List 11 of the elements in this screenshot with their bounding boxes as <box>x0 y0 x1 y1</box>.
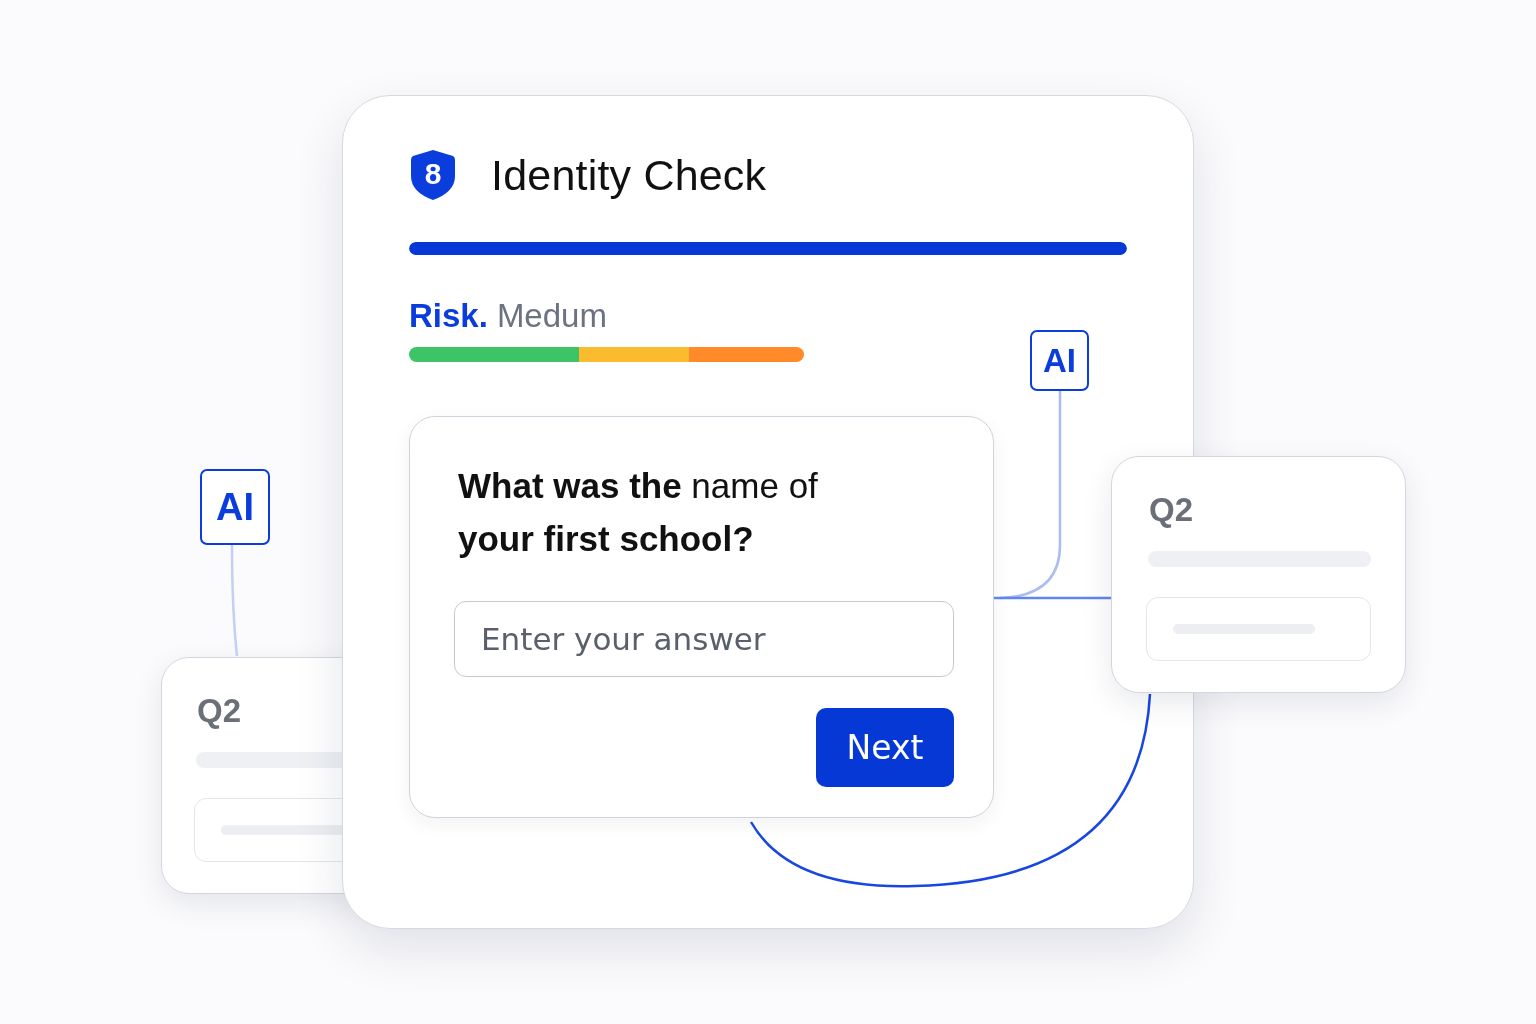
next-button[interactable]: Next <box>816 708 954 787</box>
answer-field[interactable]: Enter your answer <box>454 601 954 677</box>
risk-value: Medum <box>496 297 607 335</box>
ai-badge: AI <box>200 469 270 545</box>
shield-logo: 8 <box>409 148 457 202</box>
question-text: What was the name of your first school? <box>458 465 819 560</box>
card-title: Q2 <box>1149 491 1195 529</box>
card-title: Q2 <box>197 692 243 730</box>
card-title: Identity Check <box>491 150 767 200</box>
ai-badge: AI <box>1030 330 1089 391</box>
risk-label: Risk. <box>409 297 488 335</box>
